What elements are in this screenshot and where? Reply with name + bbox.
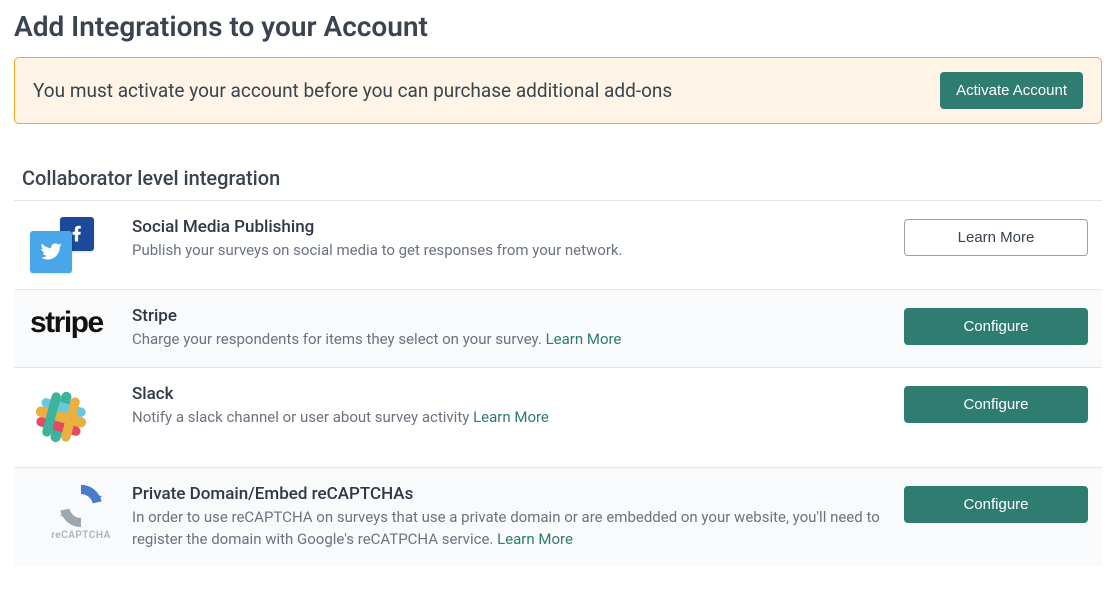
integration-title: Slack xyxy=(132,384,884,404)
integration-row-recaptcha: reCAPTCHA Private Domain/Embed reCAPTCHA… xyxy=(14,468,1102,567)
integration-desc: Charge your respondents for items they s… xyxy=(132,329,884,351)
activation-alert-text: You must activate your account before yo… xyxy=(33,79,672,102)
twitter-icon xyxy=(30,231,72,273)
activate-account-button[interactable]: Activate Account xyxy=(940,72,1083,109)
recaptcha-icon: reCAPTCHA xyxy=(22,484,132,541)
page-title: Add Integrations to your Account xyxy=(14,10,1102,43)
learn-more-link[interactable]: Learn More xyxy=(473,408,549,426)
stripe-icon: stripe xyxy=(22,306,132,340)
social-media-icon xyxy=(22,217,132,273)
recaptcha-label: reCAPTCHA xyxy=(51,530,110,541)
slack-icon xyxy=(22,386,132,448)
learn-more-button[interactable]: Learn More xyxy=(904,219,1088,256)
configure-button[interactable]: Configure xyxy=(904,308,1088,345)
section-title: Collaborator level integration xyxy=(22,166,1102,190)
integration-row-social: Social Media Publishing Publish your sur… xyxy=(14,201,1102,290)
integration-list: Social Media Publishing Publish your sur… xyxy=(14,200,1102,566)
integration-row-slack: Slack Notify a slack channel or user abo… xyxy=(14,368,1102,468)
integration-desc: In order to use reCAPTCHA on surveys tha… xyxy=(132,507,884,551)
integration-title: Private Domain/Embed reCAPTCHAs xyxy=(132,484,884,504)
configure-button[interactable]: Configure xyxy=(904,486,1088,523)
integration-title: Social Media Publishing xyxy=(132,217,884,237)
integration-desc: Publish your surveys on social media to … xyxy=(132,240,884,262)
learn-more-link[interactable]: Learn More xyxy=(546,330,622,348)
integration-desc: Notify a slack channel or user about sur… xyxy=(132,407,884,429)
integration-title: Stripe xyxy=(132,306,884,326)
activation-alert: You must activate your account before yo… xyxy=(14,57,1102,124)
configure-button[interactable]: Configure xyxy=(904,386,1088,423)
integration-row-stripe: stripe Stripe Charge your respondents fo… xyxy=(14,290,1102,368)
learn-more-link[interactable]: Learn More xyxy=(497,530,573,548)
